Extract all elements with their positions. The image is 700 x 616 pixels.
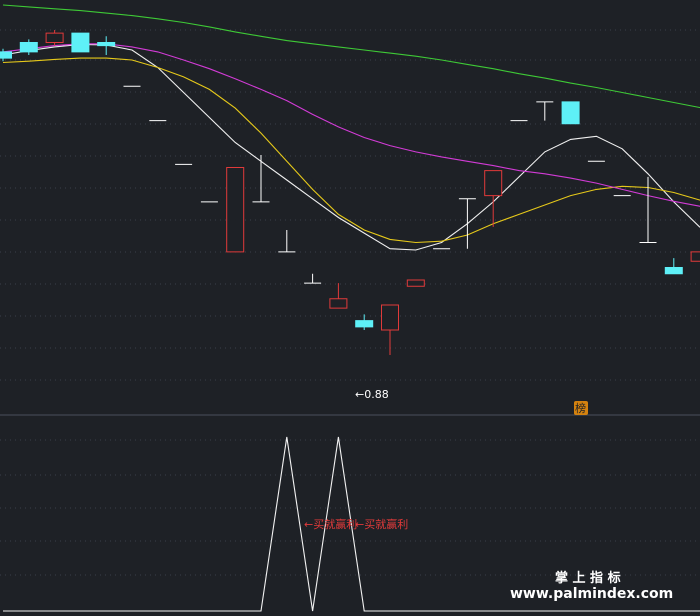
candle-body-3 [71, 32, 90, 53]
candle-body-1 [19, 42, 38, 53]
candle-body-0 [0, 51, 12, 59]
signal-annotation-2: ←买就赢利 [355, 517, 408, 531]
chart-canvas: ←0.88 榜 ←买就赢利 ←买就赢利 掌 上 指 标 www.palminde… [0, 4, 700, 612]
candlestick-series [0, 30, 700, 355]
ma-line-1 [2, 57, 700, 244]
candle-body-2 [45, 32, 64, 43]
watermark-url: www.palmindex.com [510, 586, 673, 602]
candle-body-9 [226, 167, 245, 253]
candle-body-27 [690, 251, 700, 262]
signal-annotation: ←买就赢利 [304, 517, 357, 531]
low-price-label: ←0.88 [355, 388, 389, 401]
candle-body-19 [484, 170, 503, 197]
candle-body-15 [381, 304, 399, 331]
candle-body-16 [406, 279, 425, 287]
badge: 榜 [574, 401, 588, 415]
candle-body-26 [664, 267, 683, 275]
badge-text: 榜 [575, 401, 586, 415]
ma-line-0 [2, 43, 700, 251]
ma-line-3 [2, 4, 700, 109]
candle-body-22 [561, 101, 580, 125]
watermark-title: 掌 上 指 标 [555, 570, 621, 586]
candle-body-13 [329, 298, 348, 309]
candle-body-4 [97, 42, 116, 47]
grid-lines [0, 29, 700, 576]
candle-body-14 [355, 320, 374, 328]
